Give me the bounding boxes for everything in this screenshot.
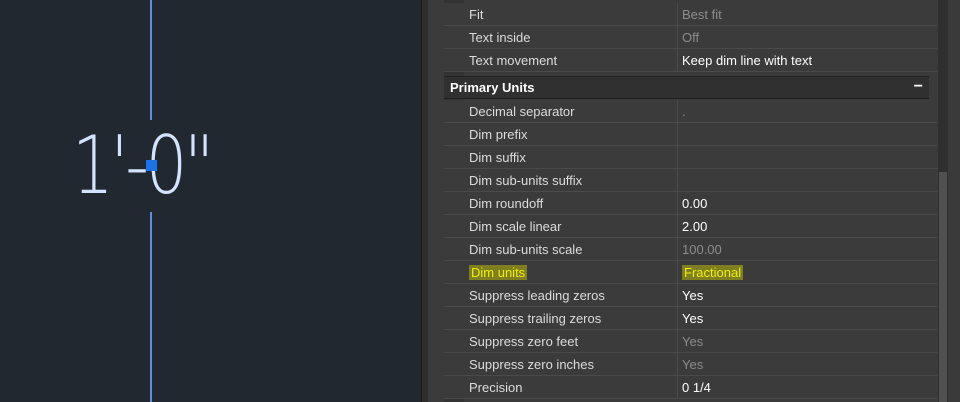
property-name-label: Dim prefix [469,127,528,142]
property-value[interactable] [678,169,937,192]
property-row[interactable]: Dim sub-units scale 100.00 [444,238,937,261]
property-row[interactable]: Dim sub-units suffix [444,169,937,192]
property-name-label: Dim suffix [469,150,526,165]
property-name: Dim units [444,261,678,284]
property-value-text: 0.00 [682,196,708,211]
property-value-text: Yes [682,311,704,326]
property-row[interactable]: Precision 0 1/4 [444,376,937,399]
property-value[interactable]: Fractional [678,261,937,284]
property-value[interactable]: 100.00 [678,238,937,261]
property-row[interactable]: Dim scale linear 2.00 [444,215,937,238]
property-name-label: Precision [469,380,523,395]
collapse-icon[interactable]: − [914,77,923,97]
property-value[interactable] [678,123,937,146]
property-name: Precision [444,376,678,399]
property-value-text: 100.00 [682,242,722,257]
scrollbar-thumb[interactable] [939,172,947,402]
property-name-label: Suppress trailing zeros [469,311,602,326]
property-row[interactable]: Dim roundoff 0.00 [444,192,937,215]
property-value[interactable]: 0.00 [678,192,937,215]
property-value-text: . [682,104,686,119]
property-name-label: Dim sub-units suffix [469,173,583,188]
property-name-label: Text movement [469,53,558,68]
property-name-label: Decimal separator [469,104,575,119]
property-value[interactable]: 2.00 [678,215,937,238]
property-name-label: Dim scale linear [469,219,562,234]
property-row[interactable]: Suppress leading zeros Yes [444,284,937,307]
property-value-text: Best fit [682,7,722,22]
property-name-label: Dim sub-units scale [469,242,583,257]
section-title: Primary Units [450,80,535,95]
dimension-line-top[interactable] [150,0,152,120]
property-row[interactable]: Suppress zero inches Yes [444,353,937,376]
property-row[interactable]: Dim units Fractional [444,261,937,284]
property-value[interactable]: Off [678,26,937,49]
property-value-text: 2.00 [682,219,708,234]
property-row[interactable]: Fit Best fit [444,3,937,26]
property-value[interactable]: Best fit [678,3,937,26]
property-name: Suppress trailing zeros [444,307,678,330]
property-value-text: Off [682,30,700,45]
property-value[interactable]: Yes [678,353,937,376]
property-name: Dim roundoff [444,192,678,215]
property-value[interactable]: Yes [678,284,937,307]
property-name: Decimal separator [444,100,678,123]
section-header-primary-units[interactable]: Primary Units − [444,76,929,99]
property-name: Text movement [444,49,678,72]
properties-panel: Primary Units − Fit Best fit Text inside Of… [428,0,960,402]
dimension-line-bottom[interactable] [150,212,152,402]
property-value-text: 0 1/4 [682,380,711,395]
property-value[interactable]: Keep dim line with text [678,49,937,72]
property-name-label: Suppress leading zeros [469,288,605,303]
property-name: Dim scale linear [444,215,678,238]
property-name-label: Fit [469,7,484,22]
property-name-label: Dim units [469,265,528,280]
property-name-label: Suppress zero inches [469,357,595,372]
property-row[interactable]: Suppress trailing zeros Yes [444,307,937,330]
property-row[interactable]: Text inside Off [444,26,937,49]
drawing-canvas[interactable]: 1'-0" [0,0,421,402]
property-row[interactable]: Suppress zero feet Yes [444,330,937,353]
property-name: Dim suffix [444,146,678,169]
property-name: Dim sub-units scale [444,238,678,261]
property-value-text: Yes [682,334,704,349]
property-value-text: Yes [682,288,704,303]
property-name: Fit [444,3,678,26]
property-value[interactable]: . [678,100,937,123]
dimension-text[interactable]: 1'-0" [72,124,214,208]
panel-splitter[interactable] [421,0,428,402]
property-name-label: Suppress zero feet [469,334,579,349]
property-name-label: Dim roundoff [469,196,544,211]
vertical-scrollbar[interactable] [938,0,948,402]
property-name-label: Text inside [469,30,531,45]
property-name: Dim prefix [444,123,678,146]
dimension-grip[interactable] [146,160,157,171]
property-name: Dim sub-units suffix [444,169,678,192]
property-name: Suppress zero feet [444,330,678,353]
property-name: Text inside [444,26,678,49]
property-row[interactable]: Dim suffix [444,146,937,169]
property-row[interactable]: Dim prefix [444,123,937,146]
property-value[interactable]: Yes [678,307,937,330]
property-value[interactable] [678,146,937,169]
property-row[interactable]: Decimal separator. [444,100,937,123]
property-name: Suppress zero inches [444,353,678,376]
property-name: Suppress leading zeros [444,284,678,307]
panel-edge [948,0,960,402]
property-value-text: Yes [682,357,704,372]
property-value-text: Fractional [682,265,744,280]
property-row[interactable]: Text movement Keep dim line with text [444,49,937,72]
property-value-text: Keep dim line with text [682,53,813,68]
property-value[interactable]: 0 1/4 [678,376,937,399]
property-value[interactable]: Yes [678,330,937,353]
